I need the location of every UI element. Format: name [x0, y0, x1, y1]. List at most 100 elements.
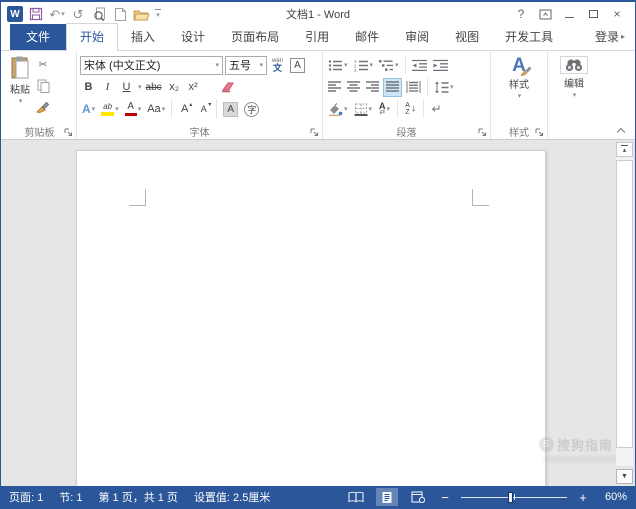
paragraph-group: ▾ 123 ▾ ▾	[323, 51, 491, 139]
enclose-characters-icon[interactable]: 字	[242, 100, 261, 119]
clipboard-dialog-launcher-icon[interactable]	[64, 128, 73, 137]
grow-font-icon[interactable]: A▴	[176, 100, 193, 119]
borders-icon[interactable]: ▾	[352, 100, 375, 119]
status-page[interactable]: 页面: 1	[9, 489, 43, 505]
document-area: S 搜狗指南 ▴ ▼	[1, 140, 635, 486]
vertical-scrollbar[interactable]: ▴	[616, 142, 633, 466]
asian-layout-icon[interactable]: A⇄ ▾	[376, 100, 393, 119]
tab-developer[interactable]: 开发工具	[492, 24, 566, 50]
paste-button[interactable]: 粘贴 ▾	[6, 54, 34, 124]
bold-button[interactable]: B	[80, 78, 97, 97]
character-shading-icon[interactable]: A	[221, 100, 240, 119]
undo-button[interactable]: ↶▾	[49, 5, 65, 23]
text-highlight-color-icon[interactable]: ab▾	[99, 100, 121, 119]
tab-insert[interactable]: 插入	[118, 24, 168, 50]
print-layout-icon[interactable]	[376, 488, 398, 506]
tab-design[interactable]: 设计	[168, 24, 218, 50]
cut-icon[interactable]: ✂	[34, 55, 52, 74]
help-icon[interactable]: ?	[509, 4, 533, 24]
collapse-ribbon-icon[interactable]	[618, 127, 626, 135]
change-case-icon[interactable]: Aa▾	[145, 100, 167, 119]
distribute-icon[interactable]	[404, 78, 423, 97]
superscript-button[interactable]: x²	[185, 78, 202, 97]
character-border-icon[interactable]: A	[288, 56, 307, 75]
font-color-icon[interactable]: A▾	[123, 100, 144, 119]
underline-button[interactable]: U	[118, 78, 135, 97]
save-icon[interactable]	[28, 5, 44, 23]
open-folder-icon[interactable]	[133, 5, 150, 23]
align-center-icon[interactable]	[345, 78, 362, 97]
tab-mailings[interactable]: 邮件	[342, 24, 392, 50]
tab-review[interactable]: 审阅	[392, 24, 442, 50]
scrollbar-thumb[interactable]	[616, 160, 633, 448]
italic-button[interactable]: I	[99, 78, 116, 97]
show-hide-marks-icon[interactable]: ↵	[428, 100, 445, 119]
align-right-icon[interactable]	[364, 78, 381, 97]
text-effects-icon[interactable]: A▾	[80, 100, 97, 119]
paragraph-dialog-launcher-icon[interactable]	[478, 128, 487, 137]
numbering-icon[interactable]: 123 ▾	[352, 56, 376, 75]
word-app-icon[interactable]: W	[7, 6, 23, 22]
editing-button[interactable]: 编辑 ▾	[556, 54, 592, 124]
sort-icon[interactable]: AZ ↓	[402, 100, 419, 119]
bullets-icon[interactable]: ▾	[326, 56, 350, 75]
print-preview-icon[interactable]	[91, 5, 107, 23]
tab-page-layout[interactable]: 页面布局	[218, 24, 292, 50]
zoom-level[interactable]: 60%	[599, 491, 627, 503]
chevron-down-icon: ▾	[259, 61, 263, 69]
subscript-button[interactable]: x₂	[166, 78, 183, 97]
tab-file[interactable]: 文件	[10, 24, 66, 50]
styles-button[interactable]: A 样式 ▾	[505, 54, 533, 124]
svg-text:3: 3	[354, 68, 357, 72]
styles-dialog-launcher-icon[interactable]	[535, 128, 544, 137]
status-section[interactable]: 节: 1	[59, 489, 82, 505]
underline-dropdown-icon[interactable]: ▾	[138, 83, 142, 91]
font-size-select[interactable]: 五号▾	[225, 56, 267, 75]
scroll-down-icon[interactable]: ▼	[616, 469, 633, 484]
maximize-button[interactable]	[581, 4, 605, 24]
font-dialog-launcher-icon[interactable]	[310, 128, 319, 137]
clear-formatting-icon[interactable]	[218, 78, 237, 97]
multilevel-list-icon[interactable]: ▾	[377, 56, 401, 75]
justify-icon[interactable]	[383, 78, 402, 97]
new-document-icon[interactable]	[112, 5, 128, 23]
scroll-up-icon[interactable]: ▴	[616, 142, 633, 157]
zoom-slider-thumb[interactable]	[508, 492, 513, 503]
align-left-icon[interactable]	[326, 78, 343, 97]
close-button[interactable]: ×	[605, 4, 629, 24]
minimize-button[interactable]	[557, 4, 581, 24]
line-spacing-icon[interactable]: ▾	[432, 78, 456, 97]
decrease-indent-icon[interactable]	[410, 56, 429, 75]
tab-references[interactable]: 引用	[292, 24, 342, 50]
sign-in-link[interactable]: 登录▸	[591, 24, 629, 50]
font-name-select[interactable]: 宋体 (中文正文)▾	[80, 56, 223, 75]
paragraph-row-1: ▾ 123 ▾ ▾	[326, 54, 487, 76]
document-page[interactable]	[76, 150, 546, 486]
undo-dropdown-icon[interactable]: ▾	[61, 11, 65, 18]
word-window: W ↶▾ ↺ ▾ 文档1 - Word ? ×	[0, 0, 636, 509]
shading-icon[interactable]: ▾	[326, 100, 350, 119]
status-setting[interactable]: 设置值: 2.5厘米	[194, 489, 270, 505]
editing-dropdown-icon[interactable]: ▾	[573, 91, 577, 99]
zoom-out-button[interactable]: −	[438, 489, 452, 505]
font-row-1: 宋体 (中文正文)▾ 五号▾ wén文 A	[80, 54, 319, 76]
read-mode-icon[interactable]	[345, 488, 367, 506]
phonetic-guide-icon[interactable]: wén文	[269, 56, 286, 75]
copy-icon[interactable]	[34, 76, 52, 95]
customize-qat-icon[interactable]: ▾	[155, 9, 161, 19]
redo-button[interactable]: ↺	[70, 5, 86, 23]
status-page-count[interactable]: 第 1 页，共 1 页	[98, 489, 177, 505]
zoom-slider[interactable]	[461, 490, 567, 504]
paste-dropdown-icon[interactable]: ▾	[19, 97, 23, 105]
tab-home[interactable]: 开始	[66, 23, 118, 51]
web-layout-icon[interactable]	[407, 488, 429, 506]
strikethrough-button[interactable]: abc	[144, 78, 164, 97]
shrink-font-icon[interactable]: A▾	[195, 100, 212, 119]
increase-indent-icon[interactable]	[431, 56, 450, 75]
paragraph-group-label: 段落	[397, 124, 417, 139]
zoom-in-button[interactable]: +	[576, 489, 590, 505]
ribbon-display-options-icon[interactable]	[533, 4, 557, 24]
format-painter-icon[interactable]	[34, 97, 52, 116]
tab-view[interactable]: 视图	[442, 24, 492, 50]
styles-dropdown-icon[interactable]: ▾	[518, 92, 522, 100]
